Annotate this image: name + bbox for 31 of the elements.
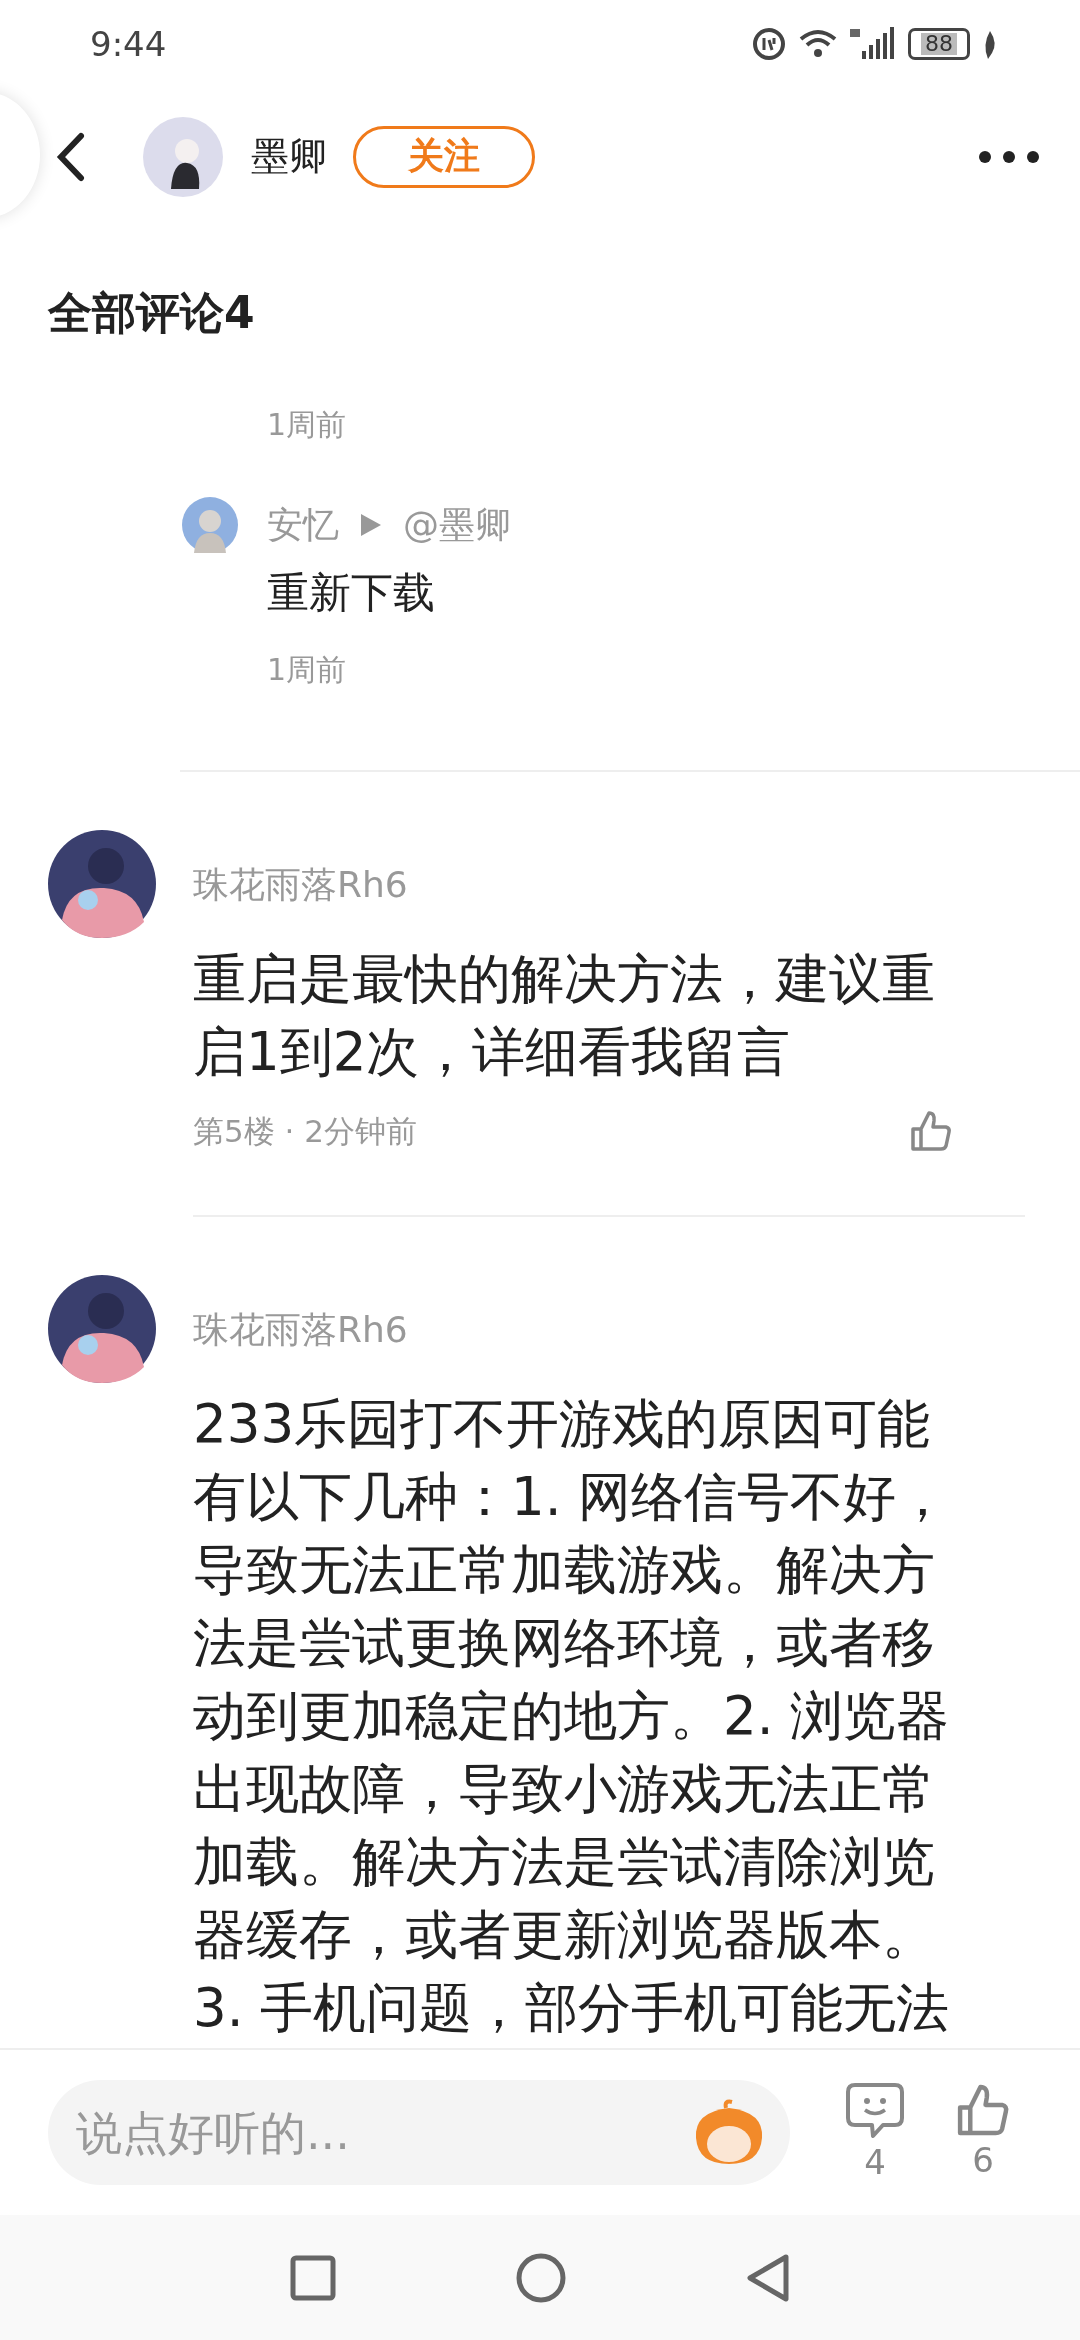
status-time: 9:44 (90, 24, 167, 64)
count-label: 6 (972, 2138, 994, 2182)
timestamp: 1周前 (267, 406, 348, 444)
comment-icon[interactable] (845, 2081, 905, 2140)
follow-button[interactable]: 关注 (353, 125, 535, 188)
comment-input[interactable]: 说点好听的... (48, 2080, 790, 2185)
mention-name[interactable]: @墨卿 (403, 500, 511, 550)
avatar[interactable] (143, 116, 223, 197)
timestamp: 1周前 (267, 651, 348, 689)
reply-text: 重新下载 (267, 567, 436, 619)
author-name[interactable]: 墨卿 (251, 131, 327, 182)
avatar[interactable] (48, 1275, 156, 1383)
like-icon[interactable] (909, 1109, 953, 1153)
count-label: 4 (864, 2140, 886, 2184)
recents-icon[interactable] (290, 2254, 336, 2301)
section-title: 全部评论4 (48, 286, 256, 340)
wifi-icon (798, 28, 838, 60)
back-icon[interactable] (55, 131, 85, 182)
comment-text: 重启是最快的解决方法，建议重启1到2次，详细看我留言 (193, 947, 936, 1084)
user-name[interactable]: 珠花雨落Rh6 (193, 1305, 973, 1355)
reply-arrow-icon (361, 514, 381, 536)
hd-call-icon (752, 27, 786, 61)
more-icon[interactable] (978, 149, 1040, 164)
battery-icon: 88 (908, 28, 970, 60)
comment-text: 233乐园打不开游戏的原因可能有以下几种：1. 网络信号不好，导致无法正常加载游戏。解决方法是尝试更换网络环境，或者移动到更加稳定的地方。2. 浏览器出现故障，导致小游戏无法正常加载。解决方法是尝试清除浏览器缓存，或者更新浏览器版本。3. 手机问题，部分手机可能无法 (193, 1392, 951, 2040)
home-icon[interactable] (516, 2252, 566, 2303)
comment-meta: 第5楼 · 2分钟前 (193, 1112, 417, 1151)
user-name[interactable]: 珠花雨落Rh6 (193, 860, 973, 910)
avatar[interactable] (48, 830, 156, 938)
signal-icon (850, 27, 896, 61)
user-name[interactable]: 安忆 (267, 500, 339, 550)
